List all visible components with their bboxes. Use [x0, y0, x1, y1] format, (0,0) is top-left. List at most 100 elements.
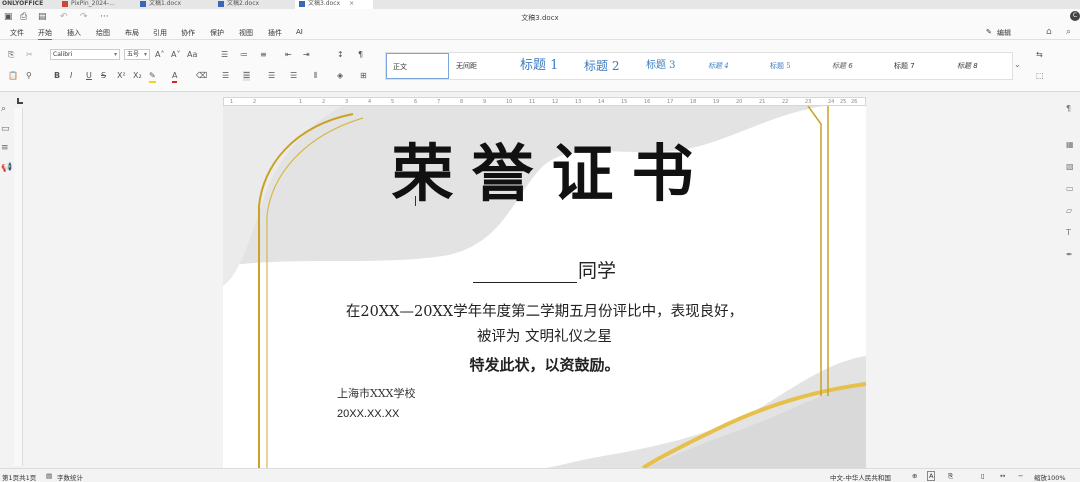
style-heading-4[interactable]: 标题 4	[702, 53, 764, 79]
menu-references[interactable]: 引用	[153, 28, 167, 38]
document-page[interactable]: 荣誉证书 同学 在20XX—20XX学年年度第二学期五月份评比中，表现良好， 被…	[223, 106, 866, 468]
select-icon[interactable]: ⬚	[1036, 71, 1044, 81]
fit-width-icon[interactable]: ↔	[1000, 472, 1005, 480]
user-avatar[interactable]: C	[1070, 11, 1080, 21]
increase-font-icon[interactable]: A˄	[155, 50, 164, 60]
format-painter-icon[interactable]: ⚲	[26, 71, 32, 81]
strikethrough-icon[interactable]: S	[101, 71, 106, 81]
comments-icon[interactable]: ▭	[1, 124, 10, 134]
shading-icon[interactable]: ◈	[337, 71, 343, 81]
word-count[interactable]: 字数统计	[57, 472, 83, 482]
align-left-icon[interactable]: ☰	[222, 71, 229, 81]
replace-icon[interactable]: ⇆	[1036, 50, 1043, 60]
ruler-tick: 1	[299, 99, 303, 105]
clear-format-icon[interactable]: ⌫	[196, 71, 207, 81]
decrease-indent-icon[interactable]: ⇤	[285, 50, 292, 60]
decrease-font-icon[interactable]: A˅	[171, 50, 180, 60]
align-center-icon[interactable]: ☰	[243, 71, 251, 81]
tab-doc2[interactable]: 文稿2.docx	[218, 0, 294, 9]
bullet-list-icon[interactable]: ☰	[221, 50, 228, 60]
style-heading-5[interactable]: 标题 5	[764, 53, 826, 79]
award-text-line-2: 被评为 文明礼仪之星	[476, 329, 613, 345]
tab-stop-selector[interactable]	[17, 98, 23, 104]
style-heading-3[interactable]: 标题 3	[640, 53, 702, 79]
word-count-icon: ▤	[46, 472, 53, 480]
zoom-level[interactable]: 缩放100%	[1034, 472, 1066, 482]
ruler-tick: 6	[414, 99, 418, 105]
font-size-select[interactable]: 五号 ▾	[124, 49, 150, 60]
search-icon[interactable]: ⌕	[1, 104, 6, 114]
navigation-icon[interactable]: ≡	[1, 143, 9, 153]
edit-mode-dropdown[interactable]: 编辑	[997, 28, 1011, 38]
image-settings-icon[interactable]: ▧	[1066, 162, 1074, 171]
ruler-tick: 1	[230, 99, 234, 105]
paragraph-mark-icon[interactable]: ¶	[358, 50, 363, 60]
style-heading-6[interactable]: 标题 6	[826, 53, 888, 79]
zoom-out-icon[interactable]: −	[1018, 472, 1023, 480]
subscript-icon[interactable]: X₂	[133, 71, 142, 81]
style-heading-8[interactable]: 标题 8	[951, 53, 1013, 79]
shape-settings-icon[interactable]: ▱	[1066, 206, 1072, 215]
paste-icon[interactable]: 📋	[8, 71, 18, 81]
change-case-icon[interactable]: Aa	[187, 50, 197, 60]
spellcheck-icon[interactable]: A	[927, 471, 936, 481]
cut-icon[interactable]: ✂	[26, 50, 33, 60]
menu-collaborate[interactable]: 协作	[181, 28, 195, 38]
style-heading-7[interactable]: 标题 7	[888, 53, 950, 79]
globe-icon[interactable]: ⊕	[912, 472, 917, 480]
close-tab-icon[interactable]: ×	[349, 0, 354, 8]
multilevel-list-icon[interactable]: ≡	[260, 50, 267, 60]
font-name-select[interactable]: Calibri ▾	[50, 49, 120, 60]
superscript-icon[interactable]: X²	[117, 71, 126, 81]
copy-icon[interactable]: ⎘	[8, 50, 14, 60]
menu-insert[interactable]: 插入	[67, 28, 81, 38]
ruler-tick: 8	[460, 99, 464, 105]
line-spacing-icon[interactable]: ↕	[337, 50, 344, 60]
tab-doc3[interactable]: 文稿3.docx ×	[295, 0, 373, 9]
tab-doc1[interactable]: 文稿1.docx	[140, 0, 216, 9]
tab-pixpin[interactable]: PixPin_2024-...	[62, 0, 142, 9]
bold-icon[interactable]: B	[54, 71, 60, 81]
signature-icon[interactable]: ✒	[1066, 250, 1073, 259]
ruler-tick: 21	[759, 99, 766, 105]
school-name: 上海市XXX学校	[337, 387, 416, 400]
increase-indent-icon[interactable]: ⇥	[303, 50, 310, 60]
style-normal[interactable]: 正文	[386, 53, 449, 79]
style-heading-1[interactable]: 标题 1	[514, 53, 577, 79]
ruler-tick: 23	[805, 99, 812, 105]
menu-file[interactable]: 文件	[10, 28, 24, 38]
chevron-down-icon[interactable]: ⌄	[1014, 60, 1021, 69]
menu-home[interactable]: 开始	[38, 28, 52, 40]
underline-icon[interactable]: U	[86, 71, 92, 81]
justify-icon[interactable]: ☰	[290, 71, 297, 81]
menu-draw[interactable]: 绘图	[96, 28, 110, 38]
italic-icon[interactable]: I	[70, 71, 72, 81]
align-right-icon[interactable]: ☰	[268, 71, 275, 81]
menu-ai[interactable]: AI	[296, 28, 303, 36]
menu-view[interactable]: 视图	[239, 28, 253, 38]
feedback-icon[interactable]: 📢	[1, 163, 12, 173]
open-location-icon[interactable]: ⌂	[1046, 27, 1052, 37]
track-changes-icon[interactable]: ⎘	[948, 472, 953, 481]
page-info[interactable]: 第1页共1页	[2, 472, 36, 482]
highlight-icon[interactable]: ✎	[149, 71, 156, 83]
menu-plugins[interactable]: 插件	[268, 28, 282, 38]
columns-icon[interactable]: ⫴	[314, 71, 317, 81]
style-heading-2[interactable]: 标题 2	[578, 53, 641, 79]
font-color-icon[interactable]: A	[172, 71, 178, 83]
app-brand: ONLYOFFICE	[2, 0, 44, 7]
borders-icon[interactable]: ⊞	[360, 71, 367, 81]
paragraph-settings-icon[interactable]: ¶	[1066, 104, 1071, 113]
style-no-spacing[interactable]: 无间距	[450, 53, 513, 79]
table-settings-icon[interactable]: ▦	[1066, 140, 1074, 149]
menu-protect[interactable]: 保护	[210, 28, 224, 38]
menu-layout[interactable]: 布局	[125, 28, 139, 38]
tab-label: 文稿1.docx	[149, 0, 182, 7]
ruler-tick: 22	[782, 99, 789, 105]
numbered-list-icon[interactable]: ≔	[240, 50, 248, 60]
language-select[interactable]: 中文-中华人民共和国	[830, 472, 891, 482]
fit-page-icon[interactable]: ▯	[981, 472, 985, 480]
header-footer-icon[interactable]: ▭	[1066, 184, 1074, 193]
textart-icon[interactable]: T	[1066, 228, 1071, 237]
search-icon[interactable]: ⌕	[1066, 27, 1071, 37]
